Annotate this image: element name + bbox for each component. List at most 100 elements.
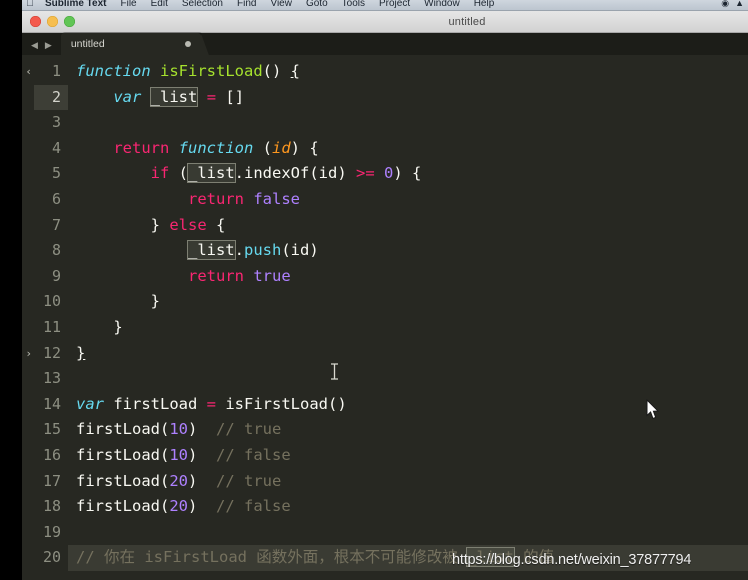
line-number: 18 <box>42 497 61 516</box>
fold-marker[interactable] <box>22 494 34 520</box>
menu-item-app-name[interactable]: Sublime Text <box>38 0 114 9</box>
menu-item-help[interactable]: Help <box>467 0 502 9</box>
fold-marker[interactable]: › <box>22 341 34 367</box>
code-token: function <box>76 62 151 80</box>
code-line[interactable]: firstLoad(20) // true <box>68 469 748 495</box>
code-lines[interactable]: function isFirstLoad() { var _list = [] … <box>68 55 748 580</box>
code-token: ) <box>188 497 216 516</box>
code-line[interactable]: if (_list.indexOf(id) >= 0) { <box>68 161 748 187</box>
wifi-icon[interactable]: ▲ <box>735 0 744 9</box>
menu-item-find[interactable]: Find <box>230 0 263 9</box>
menu-item-view[interactable]: View <box>263 0 299 9</box>
fold-marker[interactable] <box>22 545 34 571</box>
code-line[interactable] <box>68 366 748 392</box>
minimize-button[interactable] <box>47 16 58 27</box>
menu-item-selection[interactable]: Selection <box>175 0 230 9</box>
fold-marker[interactable] <box>22 264 34 290</box>
line-number: 10 <box>42 292 61 311</box>
code-token: function <box>178 138 254 157</box>
code-line[interactable]: function isFirstLoad() { <box>68 59 748 85</box>
code-line[interactable]: } <box>68 341 748 367</box>
tab-bar: ◀ ▶ untitled <box>22 33 748 55</box>
menu-item-tools[interactable]: Tools <box>335 0 372 9</box>
fold-marker[interactable] <box>22 469 34 495</box>
code-token: 10 <box>169 445 188 464</box>
menu-item-file[interactable]: File <box>114 0 144 9</box>
fold-marker[interactable] <box>22 187 34 213</box>
menu-item-window[interactable]: Window <box>417 0 467 9</box>
code-line[interactable] <box>68 520 748 546</box>
window-title: untitled <box>448 15 486 28</box>
close-button[interactable] <box>30 16 41 27</box>
fold-marker[interactable] <box>22 161 34 187</box>
code-token: push <box>244 241 282 260</box>
fold-marker[interactable] <box>22 85 34 111</box>
code-editing-area[interactable]: ‹ › 1 2 3 4 5 6 7 8 9 10 11 12 13 14 15 16 17 18 19 20 funct… <box>22 55 748 580</box>
code-line[interactable]: } <box>68 315 748 341</box>
code-token: } <box>76 317 123 336</box>
code-line[interactable]: return function (id) { <box>68 136 748 162</box>
line-number: 8 <box>51 241 61 260</box>
code-token: ( <box>253 138 272 157</box>
apple-icon[interactable]:  <box>22 0 38 9</box>
fold-marker[interactable] <box>22 136 34 162</box>
code-line[interactable]: firstLoad(10) // false <box>68 443 748 469</box>
tab-untitled[interactable]: untitled <box>60 33 201 55</box>
code-line[interactable]: var _list = [] <box>68 85 748 111</box>
chevron-left-icon[interactable]: ◀ <box>31 41 38 50</box>
fold-marker[interactable] <box>22 315 34 341</box>
line-number: 5 <box>51 164 61 183</box>
fold-gutter[interactable]: ‹ › <box>22 55 34 580</box>
fold-marker[interactable] <box>22 238 34 264</box>
code-line[interactable]: return false <box>68 187 748 213</box>
record-icon[interactable]: ◉ <box>721 0 729 9</box>
window-title-bar: untitled <box>22 11 748 33</box>
maximize-button[interactable] <box>64 16 75 27</box>
code-line[interactable]: } else { <box>68 213 748 239</box>
fold-marker[interactable] <box>22 417 34 443</box>
line-number: 3 <box>51 113 61 132</box>
chevron-right-icon[interactable]: ▶ <box>45 41 52 50</box>
line-number: 19 <box>42 522 61 541</box>
line-number: 12 <box>42 343 61 362</box>
code-line[interactable]: var firstLoad = isFirstLoad() <box>68 392 748 418</box>
fold-marker[interactable] <box>22 289 34 315</box>
fold-marker[interactable] <box>22 366 34 392</box>
line-number: 1 <box>51 62 61 80</box>
code-line[interactable]: firstLoad(10) // true <box>68 417 748 443</box>
code-token: // false <box>216 445 291 464</box>
code-token: // true <box>216 420 282 439</box>
code-line[interactable]: } <box>68 289 748 315</box>
code-token: ) <box>188 445 216 464</box>
fold-marker[interactable] <box>22 110 34 136</box>
fold-marker[interactable] <box>22 443 34 469</box>
line-number: 11 <box>42 317 61 336</box>
code-token: () <box>328 394 347 413</box>
code-token: firstLoad( <box>76 471 170 490</box>
code-line[interactable]: firstLoad(20) // false <box>68 494 748 520</box>
code-token: { <box>206 215 226 234</box>
code-token: else <box>169 215 207 234</box>
fold-marker[interactable] <box>22 213 34 239</box>
code-line[interactable] <box>68 110 748 136</box>
line-number: 14 <box>42 394 61 413</box>
code-token: } <box>76 215 170 234</box>
menu-item-edit[interactable]: Edit <box>144 0 175 9</box>
fold-marker[interactable] <box>22 392 34 418</box>
menu-item-goto[interactable]: Goto <box>299 0 335 9</box>
fold-marker[interactable]: ‹ <box>22 59 34 85</box>
code-line[interactable]: _list.push(id) <box>68 238 748 264</box>
line-number: 16 <box>42 445 61 464</box>
unsaved-changes-icon <box>184 41 191 47</box>
menu-item-project[interactable]: Project <box>372 0 417 9</box>
code-token: if <box>150 164 170 183</box>
code-token: isFirstLoad <box>225 394 328 413</box>
code-token: firstLoad <box>104 394 207 413</box>
fold-marker[interactable] <box>22 520 34 546</box>
code-line[interactable]: return true <box>68 264 748 290</box>
